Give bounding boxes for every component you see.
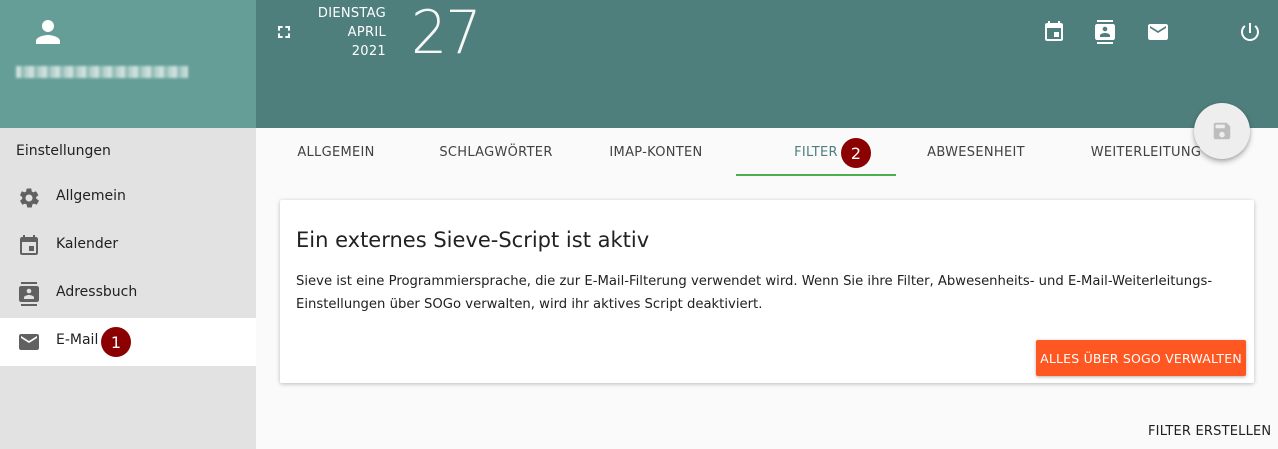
sidebar-item-allgemein[interactable]: Allgemein <box>0 174 256 222</box>
date-month: APRIL <box>347 25 386 40</box>
settings-tabs: ALLGEMEIN SCHLAGWÖRTER IMAP-KONTEN FILTE… <box>256 128 1278 176</box>
sieve-script-card: Ein externes Sieve-Script ist aktiv Siev… <box>280 200 1254 383</box>
sidebar-title: Einstellungen <box>16 143 111 159</box>
gear-icon <box>20 188 39 208</box>
mail-icon[interactable] <box>1146 20 1170 44</box>
sidebar-item-adressbuch[interactable]: Adressbuch <box>0 270 256 318</box>
sidebar-item-label: E-Mail <box>56 332 99 348</box>
card-description: Sieve ist eine Programmiersprache, die z… <box>296 274 1213 312</box>
tab-label: FILTER <box>794 144 838 160</box>
sidebar-item-label: Kalender <box>56 236 119 252</box>
mail-icon <box>19 334 39 350</box>
card-title: Ein externes Sieve-Script ist aktiv <box>296 228 650 252</box>
tab-schlagwoerter[interactable]: SCHLAGWÖRTER <box>416 128 576 176</box>
settings-sidebar: Einstellungen Allgemein Kalender Adressb… <box>0 128 256 449</box>
sidebar-item-kalender[interactable]: Kalender <box>0 222 256 270</box>
step-badge: 1 <box>101 327 131 357</box>
fullscreen-icon[interactable] <box>276 24 292 40</box>
step-badge: 2 <box>841 138 871 168</box>
tab-allgemein[interactable]: ALLGEMEIN <box>256 128 416 176</box>
tab-abwesenheit[interactable]: ABWESENHEIT <box>896 128 1056 176</box>
create-filter-button[interactable]: FILTER ERSTELLEN <box>1148 424 1271 439</box>
date-year: 2021 <box>351 44 386 59</box>
power-icon[interactable] <box>1238 20 1262 44</box>
tab-weiterleitung[interactable]: WEITERLEITUNG <box>1056 128 1236 176</box>
calendar-icon[interactable] <box>1042 20 1066 44</box>
calendar-icon <box>20 235 38 255</box>
user-avatar-icon[interactable] <box>33 16 63 48</box>
sidebar-item-label: Adressbuch <box>56 284 138 300</box>
tab-filter[interactable]: FILTER <box>736 128 896 176</box>
user-panel <box>0 0 256 128</box>
user-name-redacted <box>16 66 188 78</box>
date-block: DIENSTAG APRIL 2021 <box>312 4 386 61</box>
sidebar-item-email[interactable]: E-Mail 1 <box>0 318 256 366</box>
active-tab-indicator <box>736 174 896 176</box>
contacts-icon <box>19 282 39 306</box>
tab-imap-konten[interactable]: IMAP-KONTEN <box>576 128 736 176</box>
date-weekday: DIENSTAG <box>317 6 386 21</box>
date-day: 27 <box>411 0 482 68</box>
manage-all-with-sogo-button[interactable]: ALLES ÜBER SOGO VERWALTEN <box>1036 340 1246 376</box>
top-app-bar: DIENSTAG APRIL 2021 27 <box>256 0 1278 128</box>
contacts-icon[interactable] <box>1093 20 1117 44</box>
sidebar-item-label: Allgemein <box>56 188 126 204</box>
